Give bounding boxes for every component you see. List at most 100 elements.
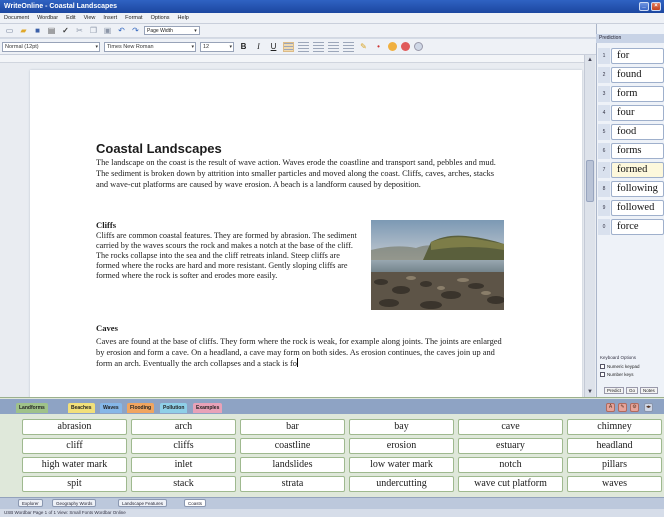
word-button[interactable]: undercutting (349, 476, 454, 492)
word-button[interactable]: bay (349, 419, 454, 435)
tab-landforms[interactable]: Landforms (16, 403, 48, 413)
prediction-word[interactable]: followed (611, 200, 664, 216)
color-picker-icon[interactable] (388, 42, 397, 51)
prediction-word[interactable]: for (611, 48, 664, 64)
wordbank-edit-icon[interactable]: ✎ (618, 403, 627, 412)
cliffs-heading[interactable]: Cliffs (96, 220, 116, 230)
align-right-icon[interactable] (313, 41, 324, 52)
tab-beaches[interactable]: Beaches (68, 403, 95, 413)
menu-edit[interactable]: Edit (66, 13, 75, 23)
menu-insert[interactable]: Insert (103, 13, 117, 23)
tab-pollution[interactable]: Pollution (160, 403, 188, 413)
spellcheck-icon[interactable]: ✓ (60, 25, 71, 36)
speech-icon[interactable] (401, 42, 410, 51)
tab-landscape-features[interactable]: Landscape Features (118, 499, 168, 507)
redo-icon[interactable]: ↷ (130, 25, 141, 36)
word-button[interactable]: inlet (131, 457, 236, 473)
coastal-photo[interactable] (371, 220, 504, 310)
settings-icon[interactable] (414, 42, 423, 51)
tab-flooding[interactable]: Flooding (127, 403, 155, 413)
highlighter-icon[interactable]: ✎ (358, 41, 369, 52)
print-icon[interactable]: ▤ (46, 25, 57, 36)
prediction-item[interactable]: 8 following (598, 181, 664, 197)
copy-icon[interactable]: ❐ (88, 25, 99, 36)
prediction-item[interactable]: 4 four (598, 105, 664, 121)
predict-button[interactable]: Predict (604, 387, 625, 394)
style-select[interactable]: Normal (12pt) ▾ (2, 41, 100, 52)
bullet-list-icon[interactable] (328, 41, 339, 52)
checkbox[interactable] (600, 372, 605, 377)
word-button[interactable]: spit (22, 476, 127, 492)
prediction-item[interactable]: 5 food (598, 124, 664, 140)
align-center-icon[interactable] (298, 41, 309, 52)
cut-icon[interactable]: ✂ (74, 25, 85, 36)
undo-icon[interactable]: ↶ (116, 25, 127, 36)
tab-examples[interactable]: Examples (193, 403, 223, 413)
word-button[interactable]: pillars (567, 457, 662, 473)
prediction-word[interactable]: four (611, 105, 664, 121)
tab-waves[interactable]: Waves (100, 403, 122, 413)
tab-explorer[interactable]: Explorer (18, 499, 43, 507)
zoom-select[interactable]: Page Width ▾ (144, 26, 200, 35)
numbered-list-icon[interactable] (343, 41, 354, 52)
word-button[interactable]: cliffs (131, 438, 236, 454)
prediction-item[interactable]: 3 form (598, 86, 664, 102)
bold-button[interactable]: B (238, 41, 249, 52)
prediction-word[interactable]: following (611, 181, 664, 197)
new-document-icon[interactable]: ▭ (4, 25, 15, 36)
word-button[interactable]: strata (240, 476, 345, 492)
word-button[interactable]: cliff (22, 438, 127, 454)
menu-options[interactable]: Options (151, 13, 170, 23)
number-keys-option[interactable]: Number keys (600, 372, 634, 377)
scroll-up-icon[interactable]: ▲ (586, 56, 594, 64)
word-button[interactable]: headland (567, 438, 662, 454)
align-left-icon[interactable] (283, 41, 294, 52)
prediction-item[interactable]: 2 found (598, 67, 664, 83)
word-button[interactable]: wave cut platform (458, 476, 563, 492)
menu-help[interactable]: Help (178, 13, 189, 23)
word-button[interactable]: stack (131, 476, 236, 492)
save-icon[interactable]: ■ (32, 25, 43, 36)
menu-format[interactable]: Format (125, 13, 142, 23)
word-button[interactable]: abrasion (22, 419, 127, 435)
font-select[interactable]: Times New Roman ▾ (104, 41, 196, 52)
paste-icon[interactable]: ▣ (102, 25, 113, 36)
menu-view[interactable]: View (84, 13, 96, 23)
prediction-item[interactable]: 6 forms (598, 143, 664, 159)
prediction-word[interactable]: force (611, 219, 664, 235)
cliffs-paragraph[interactable]: Cliffs are common coastal features. They… (96, 231, 362, 281)
document-title[interactable]: Coastal Landscapes (96, 141, 222, 156)
prediction-item[interactable]: 1 for (598, 48, 664, 64)
tab-geography-words[interactable]: Geography Words (52, 499, 97, 507)
caves-paragraph[interactable]: Caves are found at the base of cliffs. T… (96, 336, 508, 369)
word-button[interactable]: erosion (349, 438, 454, 454)
underline-button[interactable]: U (268, 41, 279, 52)
minimize-button[interactable]: _ (639, 2, 649, 11)
wordbank-navigate-icon[interactable]: ◂▸ (644, 403, 653, 412)
word-button[interactable]: landslides (240, 457, 345, 473)
prediction-word[interactable]: forms (611, 143, 664, 159)
prediction-item[interactable]: 7 formed (598, 162, 664, 178)
prediction-item[interactable]: 9 followed (598, 200, 664, 216)
wordbank-settings-icon[interactable]: ⚙ (630, 403, 639, 412)
italic-button[interactable]: I (253, 41, 264, 52)
menu-document[interactable]: Document (4, 13, 29, 23)
vertical-scrollbar[interactable]: ▲ ▼ (584, 55, 595, 397)
wordbank-font-icon[interactable]: A (606, 403, 615, 412)
prediction-word[interactable]: found (611, 67, 664, 83)
word-button[interactable]: high water mark (22, 457, 127, 473)
scroll-down-icon[interactable]: ▼ (586, 388, 594, 396)
menu-wordbar[interactable]: Wordbar (37, 13, 58, 23)
checkbox[interactable] (600, 364, 605, 369)
word-button[interactable]: bar (240, 419, 345, 435)
caves-heading[interactable]: Caves (96, 323, 118, 333)
word-button[interactable]: waves (567, 476, 662, 492)
close-button[interactable]: × (651, 2, 661, 11)
word-button[interactable]: estuary (458, 438, 563, 454)
word-button[interactable]: chimney (567, 419, 662, 435)
prediction-item[interactable]: 0 force (598, 219, 664, 235)
word-button[interactable]: coastline (240, 438, 345, 454)
tab-coasts[interactable]: Coasts (184, 499, 207, 507)
intro-paragraph[interactable]: The landscape on the coast is the result… (96, 157, 508, 190)
font-color-icon[interactable]: • (373, 41, 384, 52)
